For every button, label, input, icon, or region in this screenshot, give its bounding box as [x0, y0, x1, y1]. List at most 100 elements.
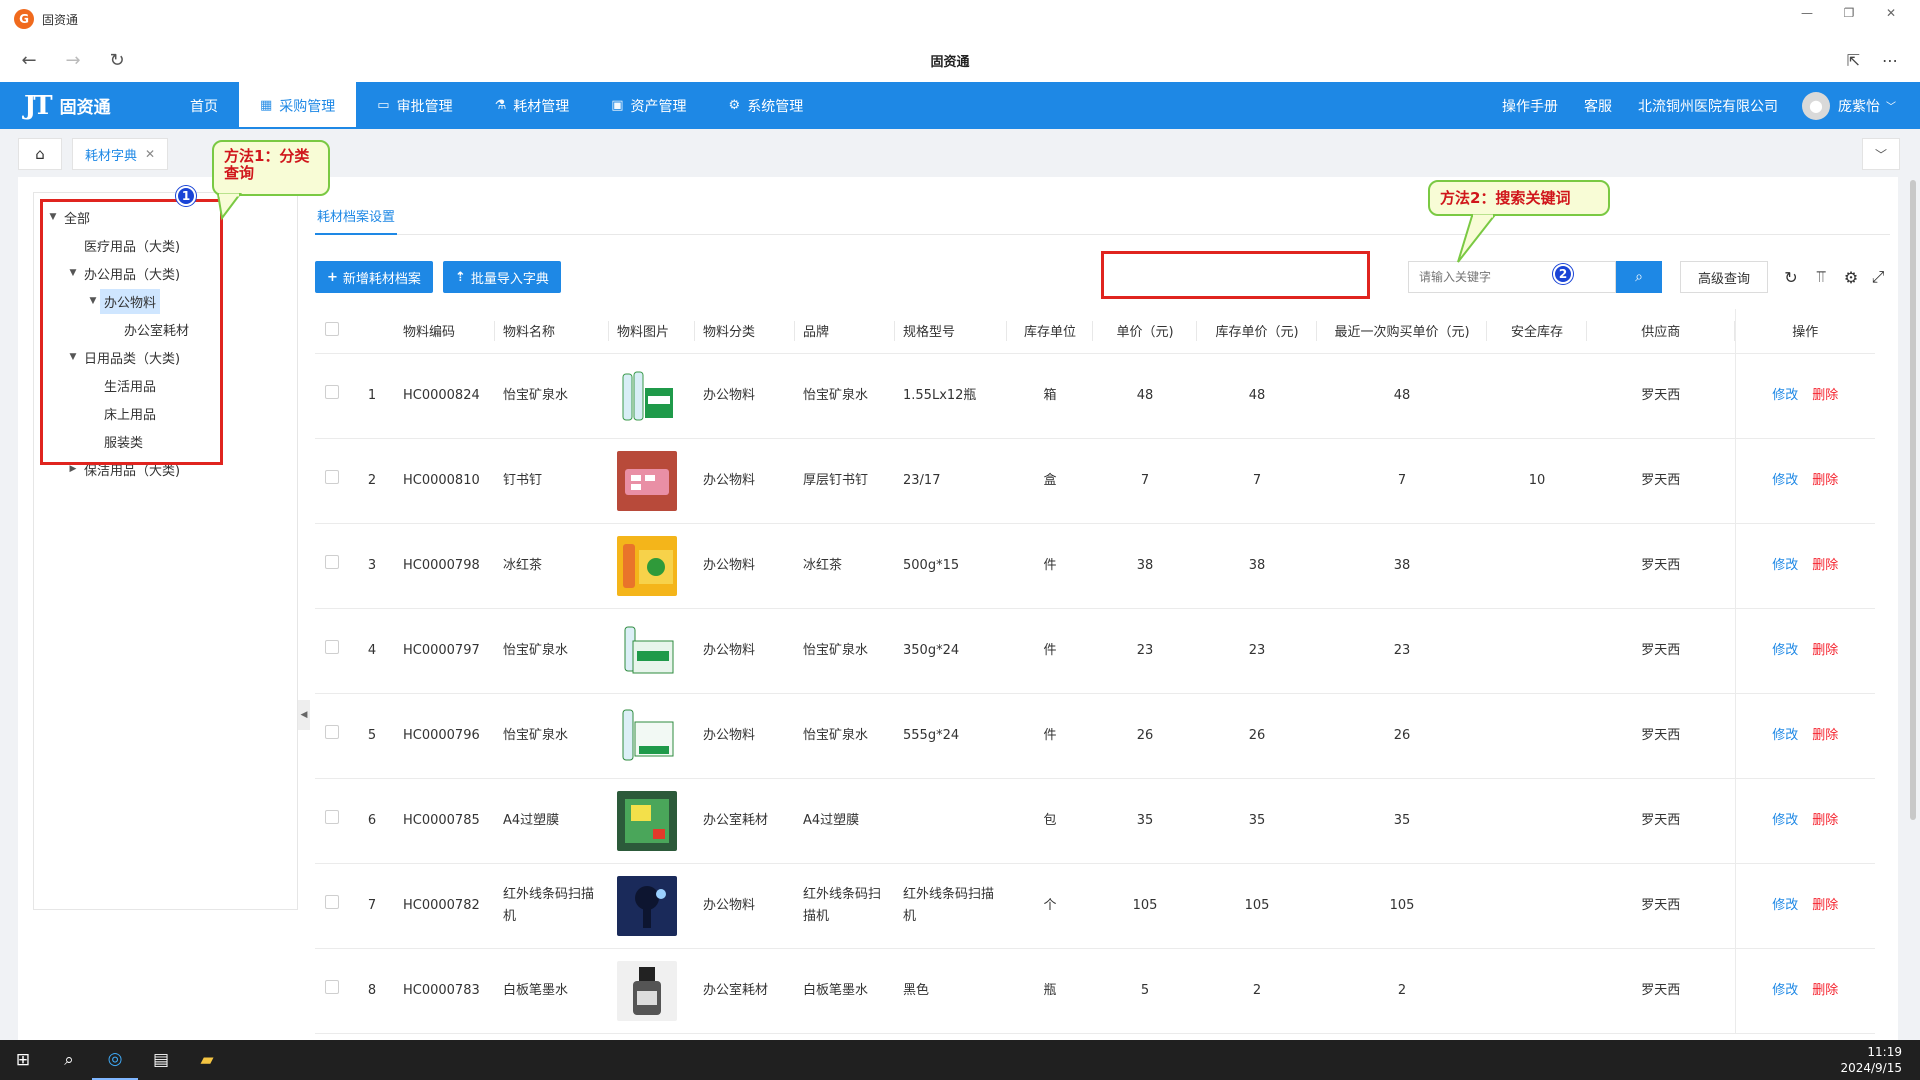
tree-node-label: 医疗用品（大类) [84, 239, 181, 255]
service-link[interactable]: 客服 [1584, 96, 1612, 116]
nav-consumables[interactable]: ⚗ 耗材管理 [474, 82, 591, 129]
table-row[interactable]: 3 HC0000798 冰红茶 办公物料 冰红茶 500g*15 件 38 38 38 罗天西 修改删… [315, 523, 1875, 609]
barcode-scanner-image[interactable] [617, 875, 677, 936]
edit-link[interactable]: 修改 [1772, 898, 1798, 913]
tree-node[interactable]: 服装类 [34, 427, 297, 455]
advanced-search-button[interactable]: 高级查询 [1680, 261, 1768, 293]
home-icon[interactable]: ⌂ [18, 138, 62, 170]
forward-arrow-icon[interactable]: → [58, 45, 88, 75]
nav-system[interactable]: ⚙ 系统管理 [708, 82, 825, 129]
ice-tea-image[interactable] [617, 535, 677, 596]
remote-desktop-icon[interactable]: ▤ [138, 1040, 184, 1080]
tab-archive-settings[interactable]: 耗材档案设置 [315, 197, 398, 235]
close-icon[interactable]: ✕ [1870, 0, 1912, 26]
table-row[interactable]: 5 HC0000796 怡宝矿泉水 办公物料 怡宝矿泉水 555g*24 件 26 26 26 罗天… [315, 693, 1875, 779]
edit-link[interactable]: 修改 [1772, 813, 1798, 828]
tree-node[interactable]: 办公室耗材 [34, 315, 297, 343]
batch-import-button[interactable]: ⇡ 批量导入字典 [443, 261, 561, 293]
table-row[interactable]: 2 HC0000810 钉书钉 办公物料 厚层钉书钉 23/17 盒 7 7 7 10 罗天西 修改 删除 [315, 438, 1875, 524]
delete-link[interactable]: 删除 [1812, 473, 1838, 488]
minimize-icon[interactable]: — [1786, 0, 1828, 26]
settings-icon[interactable]: ⚙ [1838, 261, 1864, 293]
delete-link[interactable]: 删除 [1812, 728, 1838, 743]
tree-node[interactable]: ▼ 办公用品（大类) [34, 259, 297, 287]
delete-link[interactable]: 删除 [1812, 813, 1838, 828]
search-button[interactable]: ⌕ [1616, 261, 1662, 293]
system-clock[interactable]: 11:19 2024/9/15 [1840, 1044, 1902, 1076]
staples-image[interactable] [617, 450, 677, 511]
close-tab-icon[interactable]: ✕ [145, 147, 155, 161]
nav-approval[interactable]: ▭ 审批管理 [356, 82, 473, 129]
file-explorer-icon[interactable]: ▰ [184, 1040, 230, 1080]
caret-down-icon[interactable]: ▼ [66, 352, 80, 362]
row-checkbox[interactable] [325, 724, 339, 739]
edit-link[interactable]: 修改 [1772, 643, 1798, 658]
brand[interactable]: JT 固资通 [24, 93, 169, 119]
table-row[interactable]: 6 HC0000785 A4过塑膜 办公室耗材 A4过塑膜包 35 35 35 罗天西 修改 删除 [315, 778, 1875, 864]
tab-consumable-dictionary[interactable]: 耗材字典 ✕ [72, 138, 169, 170]
tree-node[interactable]: 医疗用品（大类) [34, 231, 297, 259]
manual-link[interactable]: 操作手册 [1502, 96, 1558, 116]
delete-link[interactable]: 删除 [1812, 388, 1838, 403]
delete-link[interactable]: 删除 [1812, 898, 1838, 913]
edit-link[interactable]: 修改 [1772, 388, 1798, 403]
refresh-icon[interactable]: ↻ [1778, 261, 1804, 293]
fullscreen-icon[interactable]: ⤢ [1865, 261, 1891, 293]
water-pack-image[interactable] [617, 620, 677, 681]
tree-node[interactable]: 生活用品 [34, 371, 297, 399]
table-row[interactable]: 1 HC0000824 怡宝矿泉水 办公物料 怡宝矿泉水 1.55Lx12瓶箱 48 48 48… [315, 353, 1875, 439]
add-archive-button[interactable]: + 新增耗材档案 [315, 261, 433, 293]
windows-start-icon[interactable]: ⊞ [0, 1040, 46, 1080]
row-checkbox[interactable] [325, 979, 339, 994]
water-pack-large-image[interactable] [617, 705, 677, 766]
more-options-icon[interactable]: ⋯ [1882, 51, 1898, 70]
nav-home[interactable]: 首页 [169, 82, 239, 129]
row-checkbox[interactable] [325, 894, 339, 909]
company-selector[interactable]: 北流铜州医院有限公司 [1638, 96, 1778, 116]
delete-link[interactable]: 删除 [1812, 643, 1838, 658]
username[interactable]: 庞紫怡 [1838, 96, 1880, 116]
chevron-down-icon[interactable]: ﹀ [1886, 98, 1896, 113]
collapse-panel-handle[interactable]: ◀ [298, 700, 310, 730]
tree-node[interactable]: ▼ 全部 [34, 203, 297, 231]
share-icon[interactable]: ⇱ [1847, 51, 1860, 70]
row-checkbox[interactable] [325, 809, 339, 824]
delete-link[interactable]: 删除 [1812, 983, 1838, 998]
caret-down-icon[interactable]: ▼ [66, 268, 80, 278]
user-avatar-icon[interactable]: ● [1802, 91, 1830, 120]
edit-link[interactable]: 修改 [1772, 728, 1798, 743]
page-scrollbar[interactable] [1910, 180, 1916, 1040]
row-checkbox[interactable] [325, 639, 339, 654]
caret-right-icon[interactable]: ▶ [66, 464, 80, 474]
restore-icon[interactable]: ❐ [1828, 0, 1870, 26]
edit-link[interactable]: 修改 [1772, 558, 1798, 573]
scrollbar-thumb[interactable] [1910, 180, 1916, 820]
nav-assets[interactable]: ▣ 资产管理 [590, 82, 707, 129]
search-icon[interactable]: ⌕ [46, 1040, 92, 1080]
tree-node[interactable]: ▶ 保洁用品（大类) [34, 455, 297, 483]
caret-down-icon[interactable]: ▼ [86, 296, 100, 306]
nav-purchase[interactable]: ▦ 采购管理 [239, 82, 357, 129]
edit-link[interactable]: 修改 [1772, 473, 1798, 488]
row-checkbox[interactable] [325, 469, 339, 484]
reload-icon[interactable]: ↻ [102, 45, 132, 75]
water-bottles-image[interactable] [617, 365, 677, 426]
delete-link[interactable]: 删除 [1812, 558, 1838, 573]
table-row[interactable]: 7 HC0000782 红外线条码扫描机 办公物料 红外线条码扫描机 红外线条码扫描机个 1… [315, 863, 1875, 949]
ink-bottle-image[interactable] [617, 960, 677, 1021]
column-height-icon[interactable]: ⫪ [1808, 261, 1834, 293]
select-all-checkbox[interactable] [325, 321, 339, 336]
table-row[interactable]: 4 HC0000797 怡宝矿泉水 办公物料 怡宝矿泉水 350g*24 件 23 23 23 罗天… [315, 608, 1875, 694]
back-arrow-icon[interactable]: ← [14, 45, 44, 75]
row-checkbox[interactable] [325, 384, 339, 399]
tree-node[interactable]: 床上用品 [34, 399, 297, 427]
tree-node[interactable]: ▼ 日用品类（大类) [34, 343, 297, 371]
caret-down-icon[interactable]: ▼ [46, 212, 60, 222]
edit-link[interactable]: 修改 [1772, 983, 1798, 998]
tree-node[interactable]: ▼ 办公物料 [34, 287, 297, 315]
laminating-film-image[interactable] [617, 790, 677, 851]
row-checkbox[interactable] [325, 554, 339, 569]
app-taskbar-icon[interactable]: ◎ [92, 1040, 138, 1080]
table-row[interactable]: 8 HC0000783 白板笔墨水 办公室耗材 白板笔墨水 黑色瓶 5 2 2 罗天西 修改 删除 [315, 948, 1875, 1034]
chevron-down-icon[interactable]: ﹀ [1862, 138, 1900, 170]
